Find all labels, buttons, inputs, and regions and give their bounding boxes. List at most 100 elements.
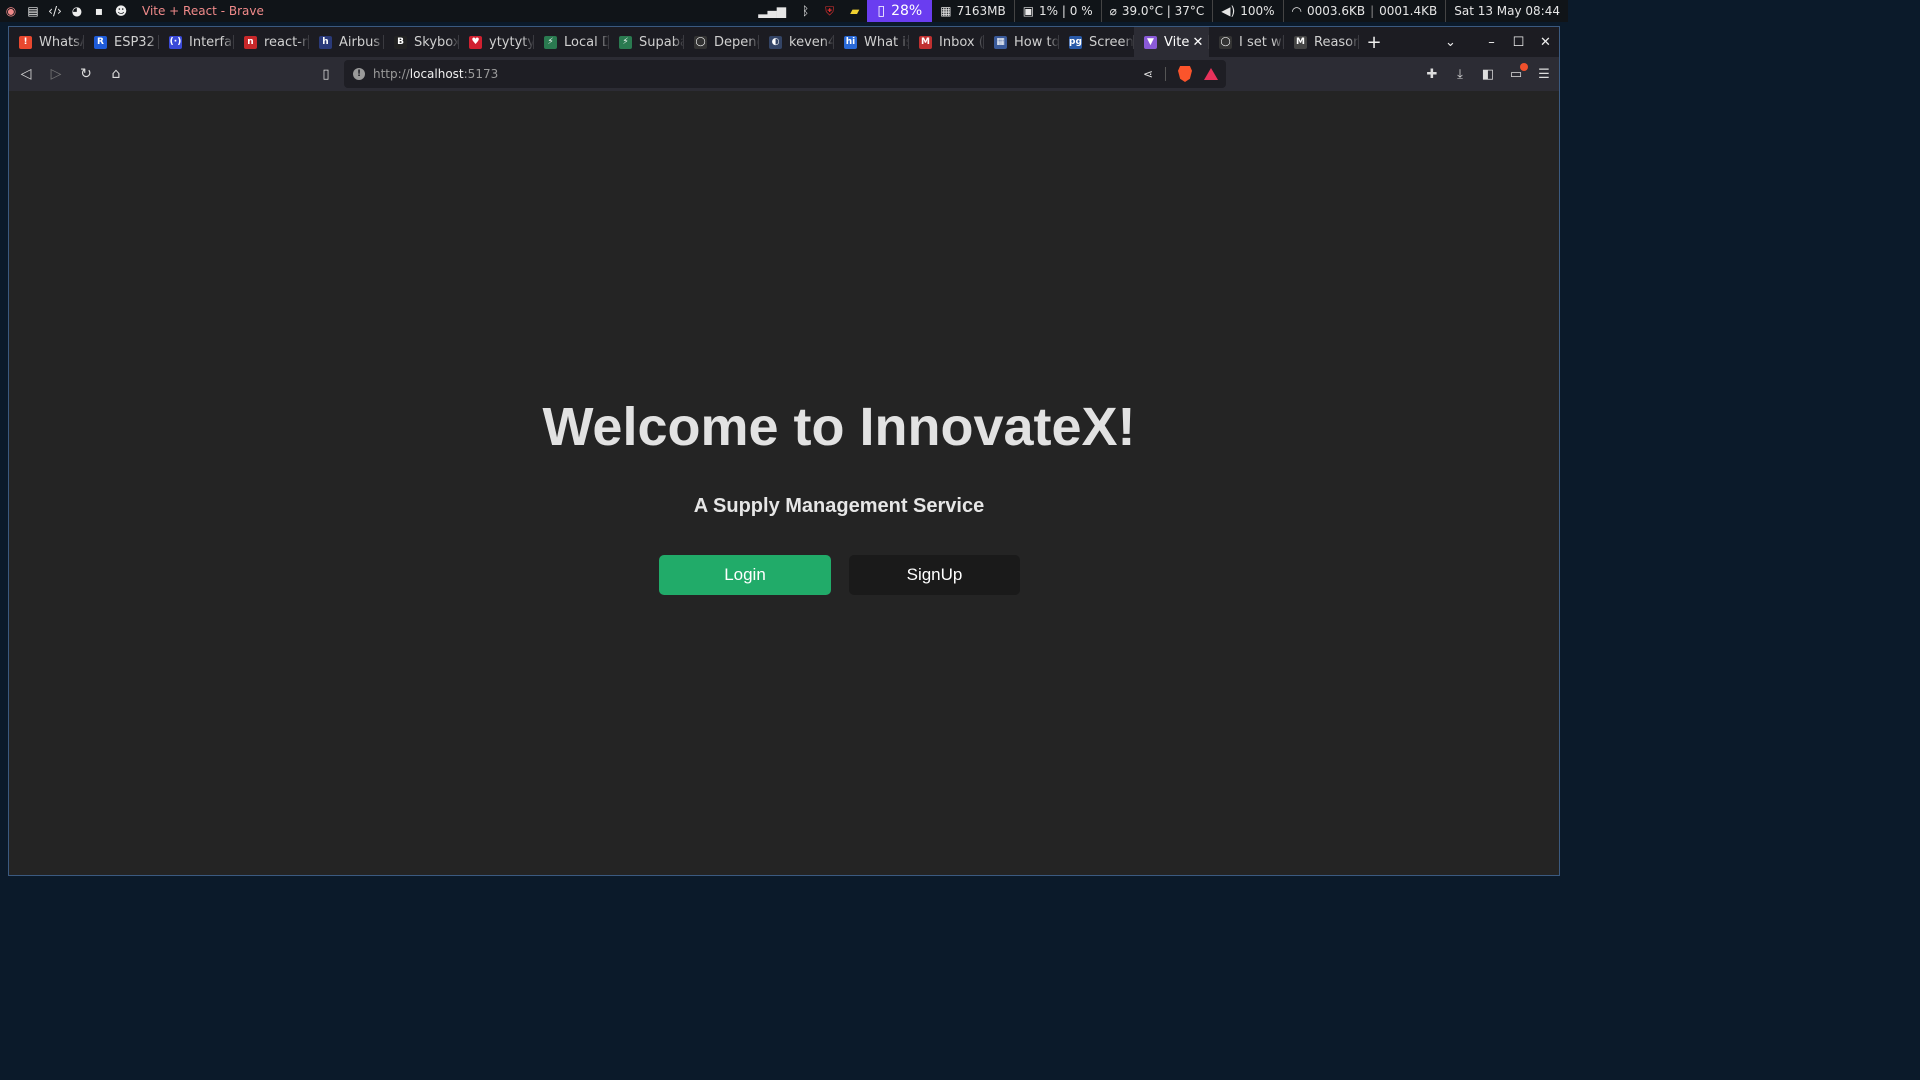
tab-title: What is <box>864 34 909 50</box>
tab-title: Inbox (6 <box>939 34 984 50</box>
battery-icon: ▯ <box>877 3 886 19</box>
tab-title: Screens <box>1089 34 1134 50</box>
tab[interactable]: ♥ ytytyty <box>459 27 534 57</box>
url-scheme: http:// <box>373 67 410 81</box>
tab-favicon-icon: ▼ <box>1144 35 1157 49</box>
back-icon[interactable]: ◁ <box>13 61 39 87</box>
tab-favicon-icon: ◐ <box>769 35 782 49</box>
page-content: Welcome to InnovateX! A Supply Managemen… <box>9 91 1559 875</box>
browser-toolbar: ◁ ▷ ↻ ⌂ ▯ ! http://localhost:5173 ⋖ ✚ ⤓ … <box>9 57 1559 91</box>
battery-indicator[interactable]: ▯ 28% <box>867 0 933 22</box>
tab-title: Local De <box>564 34 609 50</box>
tab-title: Airbus A <box>339 34 384 50</box>
system-panel: ◉ ▤ ‹/› ◕ ▪ ☻ Vite + React - Brave ▂▄▆ ᛒ… <box>0 0 1568 22</box>
tab-title: Interfac <box>189 34 234 50</box>
tab-favicon-icon: ♥ <box>469 35 482 49</box>
forward-icon[interactable]: ▷ <box>43 61 69 87</box>
tab-favicon-icon: ⚡ <box>619 35 632 49</box>
maximize-icon[interactable]: ☐ <box>1505 35 1532 50</box>
extensions-icon[interactable]: ✚ <box>1423 67 1441 82</box>
tab[interactable]: n react-na <box>234 27 309 57</box>
tab[interactable]: M Reason <box>1284 27 1359 57</box>
tab[interactable]: ◐ keven4e <box>759 27 834 57</box>
tab[interactable]: h Airbus A <box>309 27 384 57</box>
tab[interactable]: (·) Interfac <box>159 27 234 57</box>
tab-title: ESP32 P <box>114 34 159 50</box>
tab[interactable]: R ESP32 P <box>84 27 159 57</box>
tab[interactable]: pg Screens <box>1059 27 1134 57</box>
tab-search-icon[interactable]: ⌄ <box>1437 35 1464 50</box>
tab-title: react-na <box>264 34 309 50</box>
browser-window: ! WhatsA R ESP32 P (·) Interfac n react-na h Airb… <box>8 26 1560 876</box>
tab-favicon-icon: ⚡ <box>544 35 557 49</box>
home-icon[interactable]: ⌂ <box>103 61 129 87</box>
net-up-value: 0001.4KB <box>1379 4 1438 18</box>
pointer-icon[interactable]: ◕ <box>66 0 88 22</box>
close-tab-icon[interactable]: ✕ <box>1191 35 1205 50</box>
memory-icon: ▦ <box>940 4 952 18</box>
tab-favicon-icon: h <box>319 35 332 49</box>
new-tab-button[interactable]: + <box>1359 27 1389 57</box>
tab[interactable]: ! WhatsA <box>9 27 84 57</box>
tab[interactable]: ◯ I set wit <box>1209 27 1284 57</box>
brave-rewards-icon[interactable] <box>1204 68 1218 80</box>
notification-dot <box>1520 62 1528 71</box>
tab-title: ytytyty <box>489 34 534 50</box>
login-button[interactable]: Login <box>659 555 831 595</box>
tab-title: Vite <box>1164 34 1190 50</box>
url-port: :5173 <box>463 67 499 81</box>
close-window-icon[interactable]: ✕ <box>1532 35 1559 50</box>
shield-icon[interactable]: ⛨ <box>817 0 842 22</box>
bookmark-icon[interactable]: ▯ <box>315 61 337 87</box>
sidebar-icon[interactable]: ◧ <box>1479 67 1497 82</box>
site-info-icon[interactable]: ! <box>353 68 365 80</box>
volume-indicator[interactable]: ◀) 100% <box>1212 0 1282 22</box>
tab-favicon-icon: ! <box>19 35 32 49</box>
menu-icon[interactable]: ☰ <box>1535 67 1553 82</box>
tab[interactable]: ▦ How to <box>984 27 1059 57</box>
share-icon[interactable]: ⋖ <box>1143 67 1153 81</box>
tab[interactable]: ⚡ Local De <box>534 27 609 57</box>
code-editor-icon[interactable]: ‹/› <box>44 0 66 22</box>
url-host: localhost <box>409 67 464 81</box>
tab-favicon-icon: (·) <box>169 35 182 49</box>
tab-list: ! WhatsA R ESP32 P (·) Interfac n react-na h Airb… <box>9 27 1359 57</box>
clock[interactable]: Sat 13 May 08:44 <box>1445 0 1568 22</box>
tab-title: Depend <box>714 34 759 50</box>
tab[interactable]: ◯ Depend <box>684 27 759 57</box>
signup-button[interactable]: SignUp <box>849 555 1020 595</box>
skull-icon[interactable]: ☻ <box>110 0 132 22</box>
launcher-icon[interactable]: ◉ <box>0 0 22 22</box>
speaker-icon: ◀) <box>1221 4 1236 18</box>
minimize-icon[interactable]: – <box>1478 35 1505 50</box>
tab-strip: ! WhatsA R ESP32 P (·) Interfac n react-na h Airb… <box>9 27 1559 57</box>
temperature-value: 39.0°C | 37°C <box>1121 4 1205 18</box>
net-down-value: 0003.6KB <box>1306 4 1366 18</box>
thermometer-icon: ⌀ <box>1109 4 1117 18</box>
signal-icon[interactable]: ▂▄▆ <box>750 0 794 22</box>
tab[interactable]: hi What is <box>834 27 909 57</box>
tab[interactable]: ▼ Vite ✕ <box>1134 27 1209 57</box>
bluetooth-icon[interactable]: ᛒ <box>794 0 817 22</box>
memory-value: 7163MB <box>956 4 1006 18</box>
wifi-icon: ◠ <box>1291 4 1302 18</box>
network-indicator: ◠ 0003.6KB | 0001.4KB <box>1282 0 1446 22</box>
downloads-icon[interactable]: ⤓ <box>1451 67 1469 82</box>
files-icon[interactable]: ▤ <box>22 0 44 22</box>
active-window-title: Vite + React - Brave <box>142 4 264 18</box>
memory-indicator: ▦ 7163MB <box>932 0 1013 22</box>
tab[interactable]: B Skybox <box>384 27 459 57</box>
address-bar[interactable]: ! http://localhost:5173 ⋖ <box>344 60 1226 88</box>
wallet-icon[interactable]: ▭ <box>1507 62 1528 82</box>
tab[interactable]: ⚡ Supabas <box>609 27 684 57</box>
brave-shields-icon[interactable] <box>1178 66 1192 82</box>
notes-icon[interactable]: ▰ <box>842 0 867 22</box>
tab-favicon-icon: M <box>919 35 932 49</box>
tab-title: Reason <box>1314 34 1359 50</box>
tab-title: Supabas <box>639 34 684 50</box>
ghost-icon[interactable]: ▪ <box>88 0 110 22</box>
cpu-indicator: ▣ 1% | 0 % <box>1013 0 1101 22</box>
reload-icon[interactable]: ↻ <box>73 61 99 87</box>
tab-favicon-icon: B <box>394 35 407 49</box>
tab[interactable]: M Inbox (6 <box>909 27 984 57</box>
